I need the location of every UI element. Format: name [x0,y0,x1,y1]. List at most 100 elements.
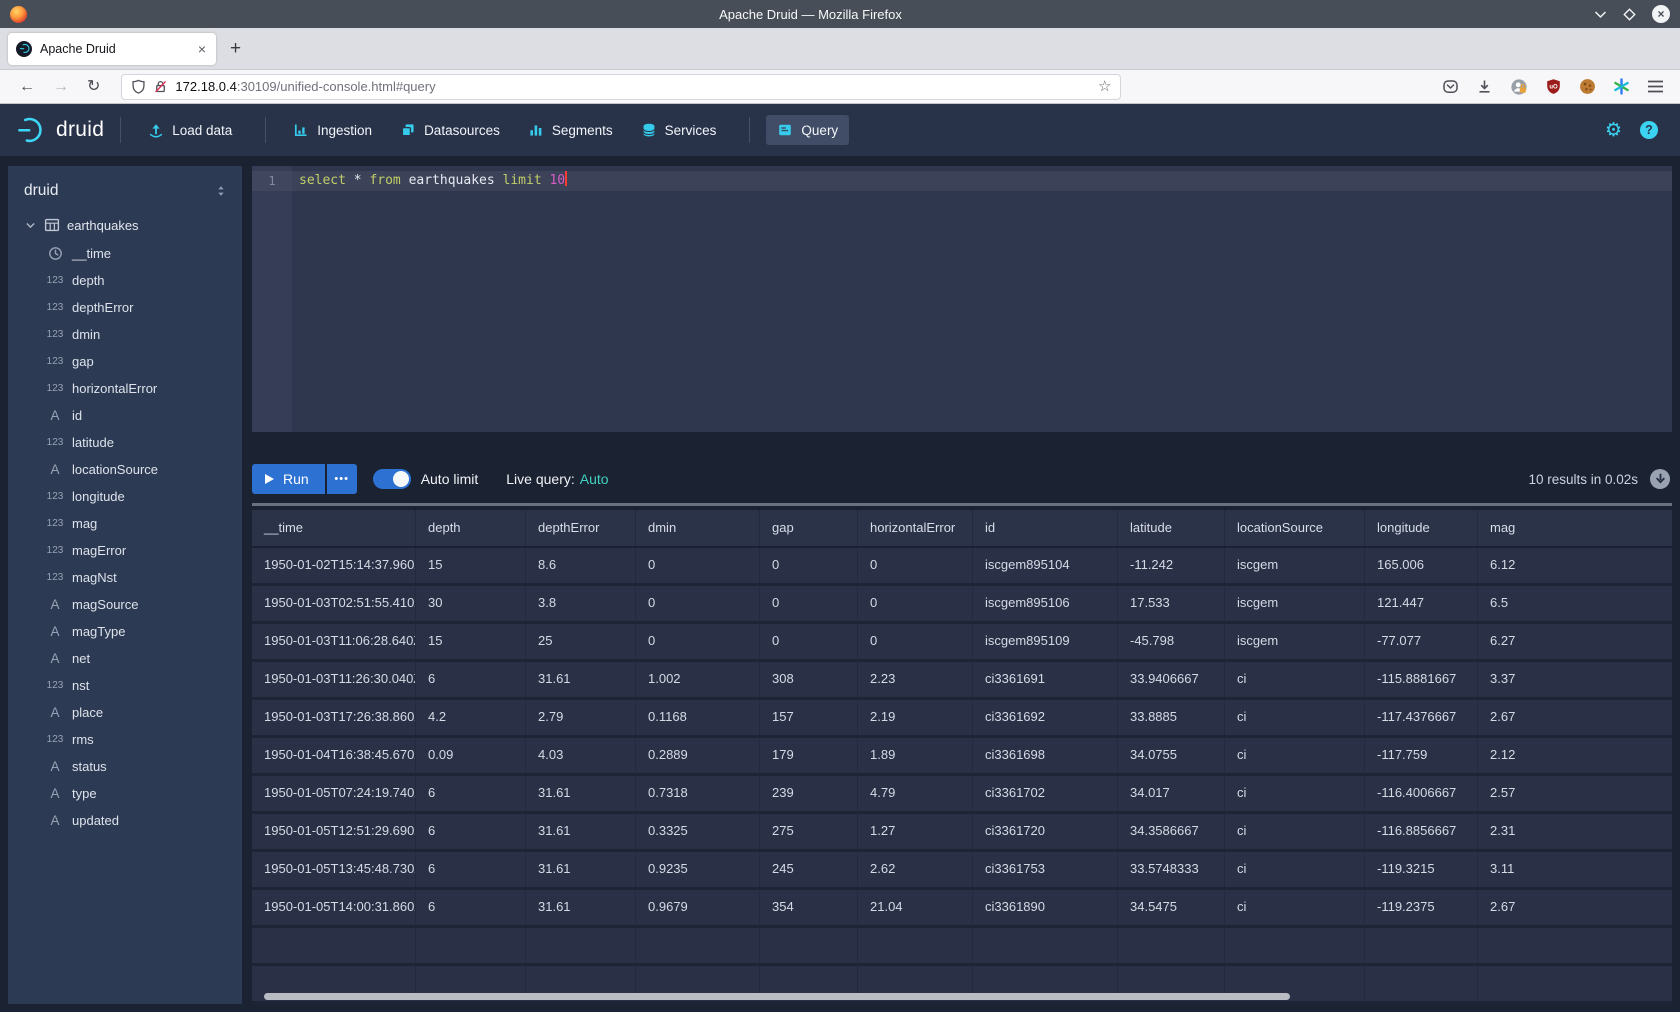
table-cell[interactable]: 354 [760,890,858,925]
druid-brand[interactable]: druid [16,114,104,146]
sidebar-column-mag[interactable]: 123mag [8,510,242,537]
header-cell-id[interactable]: id [973,510,1118,546]
url-text[interactable]: 172.18.0.4:30109/unified-console.html#qu… [175,79,1091,94]
table-cell[interactable]: 0 [636,548,760,583]
table-cell[interactable]: ci3361890 [973,890,1118,925]
table-cell[interactable]: 2.67 [1478,700,1672,735]
sidebar-column-magSource[interactable]: AmagSource [8,591,242,618]
sidebar-column-magNst[interactable]: 123magNst [8,564,242,591]
table-cell[interactable]: 2.57 [1478,776,1672,811]
table-cell[interactable]: 31.61 [526,890,636,925]
sidebar-column-magType[interactable]: AmagType [8,618,242,645]
table-cell[interactable]: -11.242 [1118,548,1225,583]
window-minimize-icon[interactable] [1594,10,1607,19]
table-cell[interactable]: 0 [858,624,973,659]
table-cell[interactable]: 1950-01-03T11:06:28.640Z [252,624,416,659]
schema-header[interactable]: druid [8,178,242,210]
account-extension-icon[interactable] [1510,78,1528,96]
table-cell[interactable]: 6.5 [1478,586,1672,621]
query-editor[interactable]: 1 select * from earthquakes limit 10 [252,166,1672,432]
table-cell[interactable]: ci [1225,662,1365,697]
table-cell[interactable]: ci [1225,890,1365,925]
table-cell[interactable]: 1.89 [858,738,973,773]
window-maximize-icon[interactable] [1623,8,1636,21]
nav-item-segments[interactable]: Segments [517,115,624,145]
insecure-lock-icon[interactable] [153,79,168,94]
table-cell[interactable]: 2.62 [858,852,973,887]
table-cell[interactable]: ci [1225,700,1365,735]
nav-item-datasources[interactable]: Datasources [389,115,511,145]
table-cell[interactable]: 0 [760,586,858,621]
table-cell[interactable]: 1950-01-05T12:51:29.690Z [252,814,416,849]
table-cell[interactable]: 245 [760,852,858,887]
table-cell[interactable]: 15 [416,548,526,583]
sidebar-column-horizontalError[interactable]: 123horizontalError [8,375,242,402]
sidebar-column-longitude[interactable]: 123longitude [8,483,242,510]
table-cell[interactable]: ci [1225,738,1365,773]
sidebar-column-place[interactable]: Aplace [8,699,242,726]
table-cell[interactable]: 8.6 [526,548,636,583]
header-cell-__time[interactable]: __time [252,510,416,546]
sidebar-column-magError[interactable]: 123magError [8,537,242,564]
table-cell[interactable]: 1950-01-03T02:51:55.410Z [252,586,416,621]
table-cell[interactable]: iscgem [1225,624,1365,659]
table-cell[interactable]: 3.37 [1478,662,1672,697]
table-cell[interactable]: -116.4006667 [1365,776,1478,811]
sidebar-column-locationSource[interactable]: AlocationSource [8,456,242,483]
menu-hamburger-icon[interactable] [1647,80,1664,93]
table-cell[interactable]: 6 [416,662,526,697]
table-cell[interactable]: 17.533 [1118,586,1225,621]
table-cell[interactable]: 30 [416,586,526,621]
table-cell[interactable]: 4.03 [526,738,636,773]
header-cell-latitude[interactable]: latitude [1118,510,1225,546]
table-cell[interactable]: 1950-01-05T07:24:19.740Z [252,776,416,811]
table-cell[interactable]: 15 [416,624,526,659]
table-cell[interactable]: ci3361720 [973,814,1118,849]
nav-item-load-data[interactable]: Load data [137,115,243,145]
sidebar-column-dmin[interactable]: 123dmin [8,321,242,348]
table-cell[interactable]: ci3361692 [973,700,1118,735]
table-cell[interactable]: ci [1225,814,1365,849]
table-cell[interactable]: 308 [760,662,858,697]
table-cell[interactable]: iscgem895106 [973,586,1118,621]
sidebar-column-gap[interactable]: 123gap [8,348,242,375]
table-cell[interactable]: -77.077 [1365,624,1478,659]
table-cell[interactable]: 1.27 [858,814,973,849]
sidebar-column-rms[interactable]: 123rms [8,726,242,753]
table-cell[interactable]: 6.12 [1478,548,1672,583]
sidebar-column-updated[interactable]: Aupdated [8,807,242,834]
window-close-button[interactable]: × [1652,5,1670,23]
table-cell[interactable]: 2.12 [1478,738,1672,773]
table-cell[interactable]: 239 [760,776,858,811]
browser-tab[interactable]: Apache Druid × [8,33,216,65]
table-cell[interactable]: 2.31 [1478,814,1672,849]
table-cell[interactable]: 1950-01-05T14:00:31.860Z [252,890,416,925]
table-cell[interactable]: 6.27 [1478,624,1672,659]
table-cell[interactable]: ci [1225,776,1365,811]
table-cell[interactable]: 31.61 [526,814,636,849]
sidebar-column-__time[interactable]: __time [8,240,242,267]
table-cell[interactable]: 3.11 [1478,852,1672,887]
table-cell[interactable]: 4.2 [416,700,526,735]
help-icon[interactable]: ? [1640,121,1658,139]
table-cell[interactable]: 0.1168 [636,700,760,735]
back-button[interactable]: ← [19,79,35,95]
table-cell[interactable]: 31.61 [526,852,636,887]
table-cell[interactable]: -116.8856667 [1365,814,1478,849]
table-cell[interactable]: 2.23 [858,662,973,697]
sidebar-column-latitude[interactable]: 123latitude [8,429,242,456]
table-cell[interactable]: 0 [760,548,858,583]
table-cell[interactable]: 0.2889 [636,738,760,773]
ublock-icon[interactable]: uO [1545,78,1562,95]
table-cell[interactable]: 21.04 [858,890,973,925]
table-cell[interactable]: 31.61 [526,776,636,811]
table-cell[interactable]: ci3361691 [973,662,1118,697]
table-cell[interactable]: 0 [858,586,973,621]
table-cell[interactable]: 31.61 [526,662,636,697]
header-cell-locationSource[interactable]: locationSource [1225,510,1365,546]
downloads-icon[interactable] [1476,78,1493,95]
table-cell[interactable]: -119.2375 [1365,890,1478,925]
sort-double-caret-icon[interactable] [214,184,228,198]
download-results-icon[interactable] [1650,469,1670,489]
table-cell[interactable]: ci3361753 [973,852,1118,887]
